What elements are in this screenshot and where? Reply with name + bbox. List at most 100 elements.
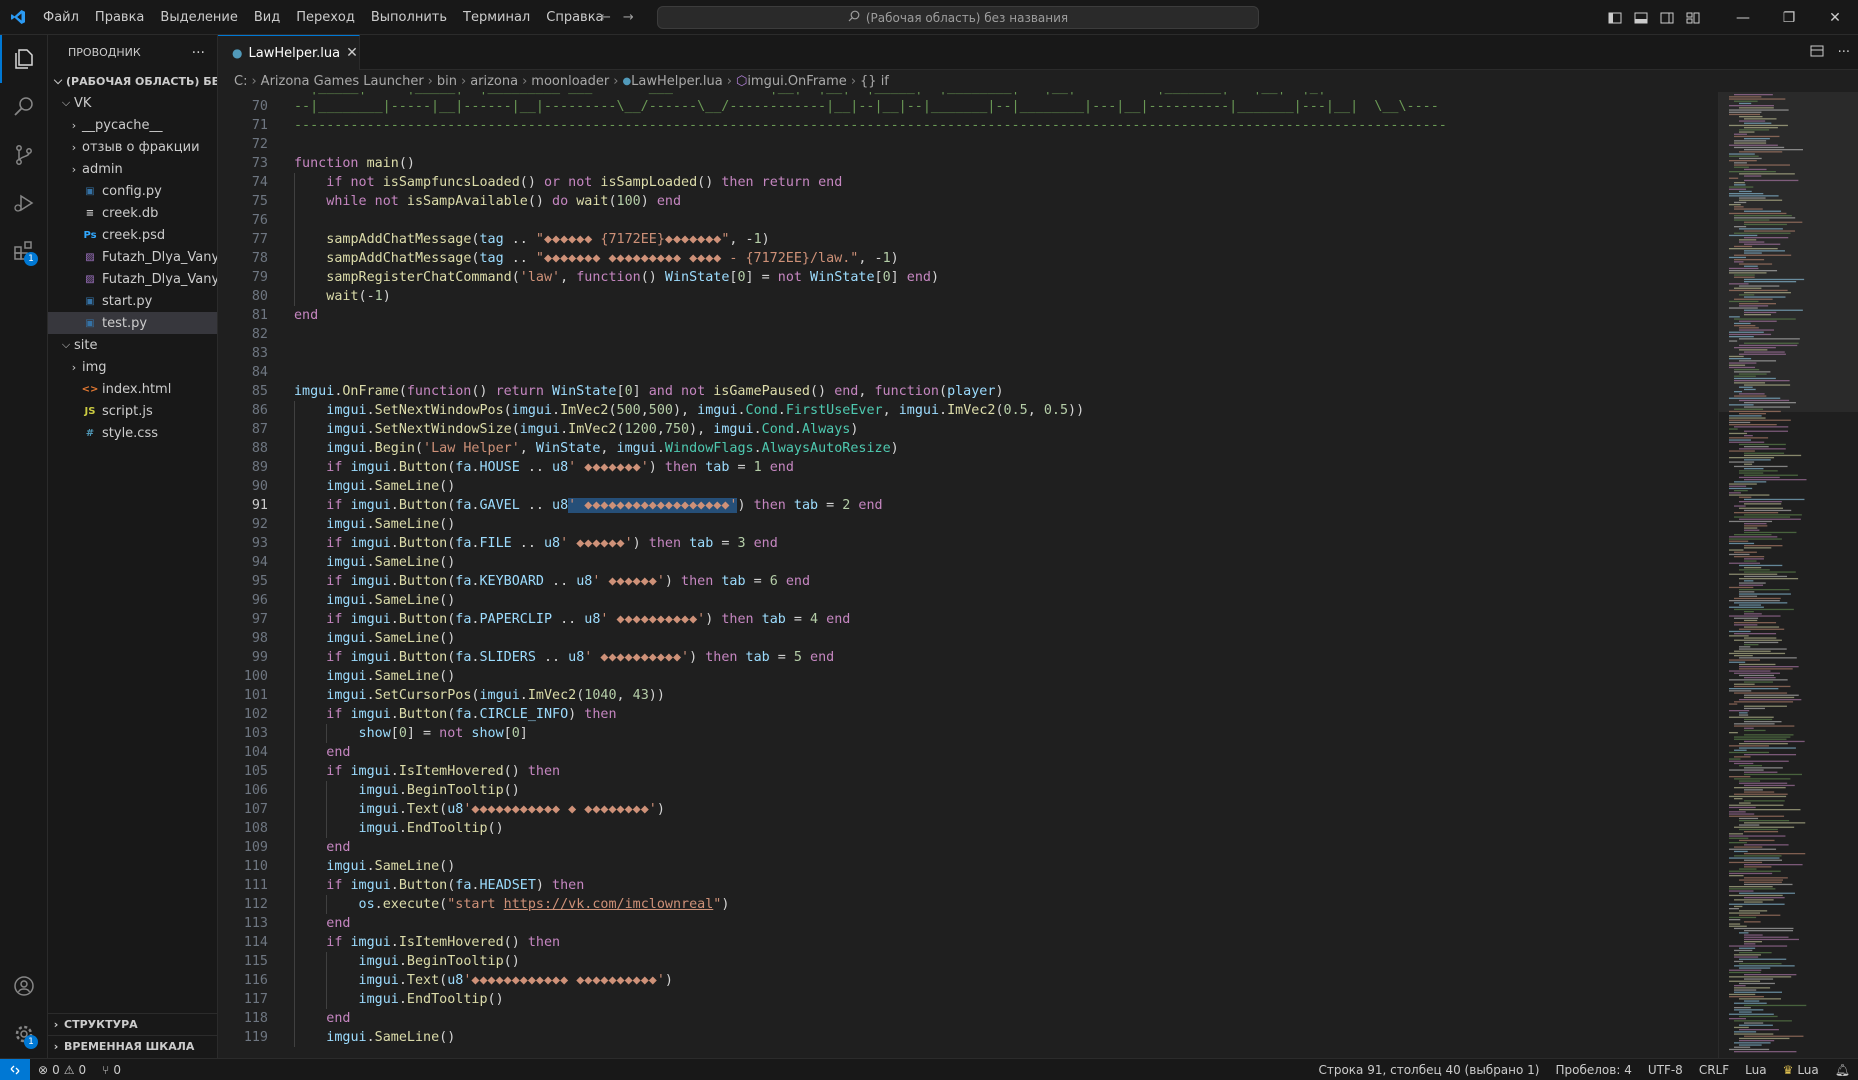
breadcrumb-item[interactable]: LawHelper.lua [631,74,723,89]
cursor-position[interactable]: Строка 91, столбец 40 (выбрано 1) [1310,1063,1547,1077]
indent-guide [294,800,295,819]
code-token[interactable]: https://vk.com/imclownreal [504,897,714,912]
toggle-primary-sidebar-icon[interactable] [1602,0,1628,35]
code-token: Cond [761,422,794,437]
search-view-icon[interactable] [0,83,48,131]
command-center-search[interactable]: (Рабочая область) без названия [657,6,1259,29]
menu-item[interactable]: Выделение [152,0,245,35]
tree-file[interactable]: ▨ Futazh_Dlya_Vany_1.... [48,246,217,268]
indent-guide [294,496,295,515]
timeline-section[interactable]: › ВРЕМЕННАЯ ШКАЛА [48,1035,218,1057]
code-token: 500 [648,403,673,418]
minimap-line [1739,714,1749,716]
more-editor-actions-icon[interactable]: ··· [1838,45,1850,60]
breadcrumb-item[interactable]: moonloader [531,74,609,89]
source-control-icon[interactable] [0,131,48,179]
split-editor-icon[interactable] [1810,44,1824,62]
minimap-line [1729,980,1761,982]
menu-item[interactable]: Терминал [455,0,538,35]
tree-file[interactable]: ▣ test.py [48,312,217,334]
line-ending[interactable]: CRLF [1691,1063,1737,1077]
menu-item[interactable]: Правка [87,0,152,35]
remote-indicator-icon[interactable] [0,1058,30,1080]
code-line: 117 imgui.EndTooltip() [218,990,1718,1009]
breadcrumb-item[interactable]: {} if [860,74,889,89]
code-token: ) [737,498,754,513]
code-line: 116 imgui.Text(u8'◆◆◆◆◆◆◆◆◆◆◆◆ ◆◆◆◆◆◆◆◆◆◆… [218,971,1718,990]
menu-item[interactable]: Выполнить [363,0,455,35]
tree-file[interactable]: ▨ Futazh_Dlya_Vany_1.... [48,268,217,290]
problems-status[interactable]: ⊗ 0 ⚠ 0 [30,1063,94,1077]
code-line: 107 imgui.Text(u8'◆◆◆◆◆◆◆◆◆◆◆ ◆ ◆◆◆◆◆◆◆◆'… [218,800,1718,819]
code-token: SetNextWindowSize [374,422,512,437]
breadcrumb-item[interactable]: C: [234,74,247,89]
minimap-line [1739,967,1771,969]
tree-folder[interactable]: ⌵ site [48,334,217,356]
more-actions-icon[interactable]: ··· [192,45,205,61]
tree-folder[interactable]: › img [48,356,217,378]
minimap-line [1734,226,1747,228]
tab-lawhelper[interactable]: ● LawHelper.lua ✕ [218,35,360,70]
py-file-icon: ▣ [85,185,95,197]
code-token: ' ◆◆◆◆◆◆' [560,536,633,551]
lua-extension-status[interactable]: ♛ Lua [1775,1063,1827,1077]
tree-file[interactable]: ≡ creek.db [48,202,217,224]
workspace-root[interactable]: ⌵ (РАБОЧАЯ ОБЛАСТЬ) БЕЗ... [48,70,217,92]
extensions-icon[interactable]: 1 [0,227,48,275]
code-token: if not [326,175,383,190]
tree-file[interactable]: <> index.html [48,378,217,400]
minimap-line [1744,767,1783,769]
minimap-line [1739,353,1786,355]
back-arrow-icon[interactable]: ← [600,10,611,25]
code-token: end [801,650,835,665]
tree-folder[interactable]: › отзыв о фракции [48,136,217,158]
customize-layout-icon[interactable] [1680,0,1706,35]
breadcrumb-item[interactable]: bin [437,74,457,89]
toggle-panel-icon[interactable] [1628,0,1654,35]
tree-folder[interactable]: › admin [48,158,217,180]
breadcrumb-item[interactable]: imgui.OnFrame [747,74,847,89]
breadcrumb-item[interactable]: arizona [470,74,518,89]
tree-folder[interactable]: ⌵ VK [48,92,217,114]
manage-gear-icon[interactable]: 1 [0,1010,48,1058]
tree-file[interactable]: ▣ start.py [48,290,217,312]
encoding[interactable]: UTF-8 [1640,1063,1691,1077]
minimap-line [1739,349,1768,351]
close-tab-icon[interactable]: ✕ [346,45,358,61]
tree-file[interactable]: ▣ config.py [48,180,217,202]
restore-icon[interactable]: ❐ [1766,0,1812,35]
toggle-secondary-sidebar-icon[interactable] [1654,0,1680,35]
line-number: 102 [243,707,268,722]
notifications-bell-icon[interactable]: 🔔︎ [1827,1063,1858,1077]
minimap-line [1734,692,1788,694]
menu-item[interactable]: Файл [35,0,87,35]
minimap-line [1744,696,1795,699]
forward-arrow-icon[interactable]: → [623,10,634,25]
breadcrumb: C: › Arizona Games Launcher › bin › arizona › mo… [218,70,1858,92]
outline-section[interactable]: › СТРУКТУРА [48,1013,218,1035]
tree-file[interactable]: Ps creek.psd [48,224,217,246]
minimap-line [1734,749,1747,751]
command-center-label: (Рабочая область) без названия [865,10,1069,25]
explorer-icon[interactable] [0,35,48,83]
minimap-line [1739,443,1786,446]
tree-folder[interactable]: › __pycache__ [48,114,217,136]
tree-file[interactable]: JS script.js [48,400,217,422]
breadcrumb-item[interactable]: Arizona Games Launcher [261,74,424,89]
run-debug-icon[interactable] [0,179,48,227]
close-window-icon[interactable]: ✕ [1812,0,1858,35]
minimap-line [1739,747,1796,749]
code-editor[interactable]: 69--|_____|-----|_____|--|_________\___/… [218,92,1718,1058]
accounts-icon[interactable] [0,962,48,1010]
tree-file[interactable]: # style.css [48,422,217,444]
indentation[interactable]: Пробелов: 4 [1547,1063,1639,1077]
ports-status[interactable]: ⑂ 0 [94,1063,129,1077]
code-token: . [366,859,375,874]
minimize-icon[interactable]: — [1720,0,1766,35]
minimap-line [1744,384,1791,386]
menu-item[interactable]: Вид [246,0,288,35]
code-token: Text [406,973,440,988]
language-mode[interactable]: Lua [1737,1063,1774,1077]
minimap[interactable] [1718,92,1858,1058]
menu-item[interactable]: Переход [288,0,363,35]
